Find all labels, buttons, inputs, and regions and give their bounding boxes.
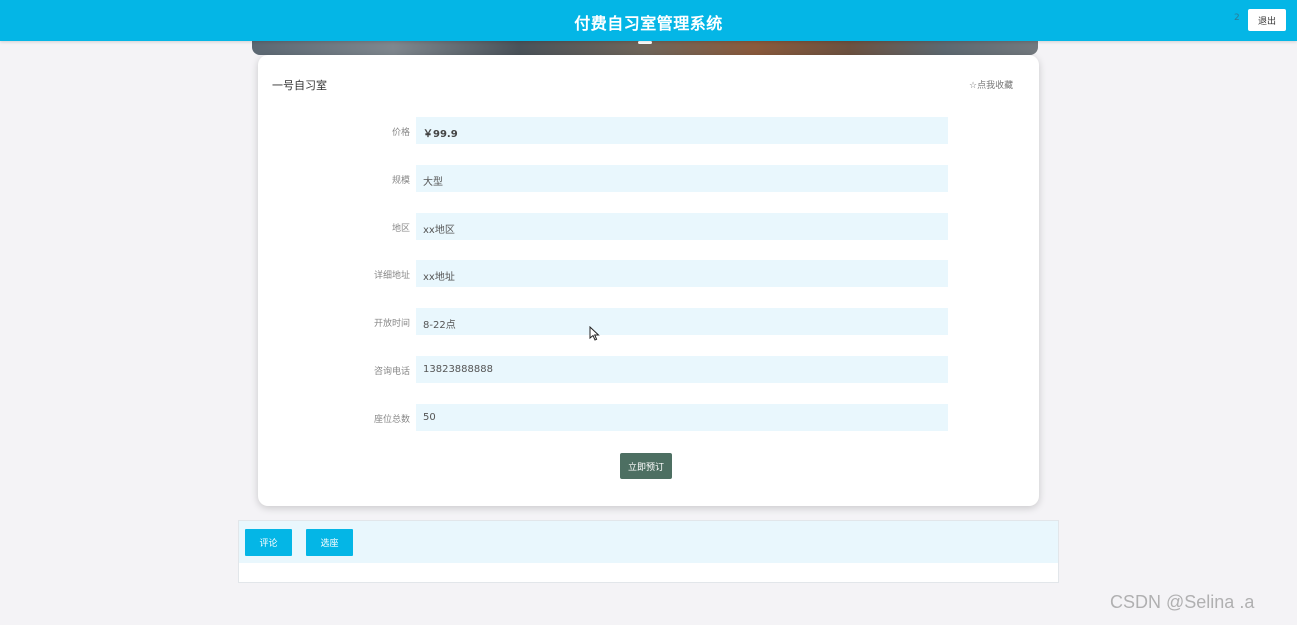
field-label: 开放时间: [373, 319, 410, 329]
field-label: 咨询电话: [373, 367, 410, 377]
user-indicator: 2: [1234, 13, 1240, 23]
favorite-link[interactable]: ☆点我收藏: [969, 78, 1013, 91]
watermark: CSDN @Selina .a: [1110, 592, 1255, 612]
mouse-cursor-icon: [589, 326, 600, 341]
field-label: 地区: [391, 224, 410, 234]
room-detail-card: 一号自习室 ☆点我收藏 价格 ￥99.9 规模 大型 地区 xx地区 详细地址 …: [258, 55, 1039, 506]
top-bar: 付费自习室管理系统 2 退出: [0, 0, 1297, 41]
field-label: 详细地址: [373, 271, 410, 281]
tab-comment[interactable]: 评论: [245, 529, 292, 556]
field-value: 大型: [416, 165, 948, 192]
app-title: 付费自习室管理系统: [574, 14, 723, 33]
field-phone: 咨询电话 13823888888: [354, 356, 948, 383]
field-value: ￥99.9: [416, 117, 948, 144]
field-value: 13823888888: [416, 356, 948, 383]
field-seat-count: 座位总数 50: [354, 404, 948, 431]
tab-bar: 评论 选座: [239, 521, 1058, 563]
field-address: 详细地址 xx地址: [354, 260, 948, 287]
field-label: 座位总数: [373, 415, 410, 425]
logout-button[interactable]: 退出: [1248, 9, 1286, 31]
field-value: xx地址: [416, 260, 948, 287]
field-region: 地区 xx地区: [354, 213, 948, 240]
field-price: 价格 ￥99.9: [354, 117, 948, 144]
field-label: 价格: [391, 128, 410, 138]
carousel-indicator[interactable]: [638, 41, 652, 44]
field-scale: 规模 大型: [354, 165, 948, 192]
room-name: 一号自习室: [272, 79, 327, 92]
field-value: 8-22点: [416, 308, 948, 335]
field-value: 50: [416, 404, 948, 431]
field-label: 规模: [391, 176, 410, 186]
field-open-hours: 开放时间 8-22点: [354, 308, 948, 335]
tab-seat-selection[interactable]: 选座: [306, 529, 353, 556]
field-value: xx地区: [416, 213, 948, 240]
book-now-button[interactable]: 立即预订: [620, 453, 672, 479]
tabs-panel: 评论 选座: [238, 520, 1059, 583]
